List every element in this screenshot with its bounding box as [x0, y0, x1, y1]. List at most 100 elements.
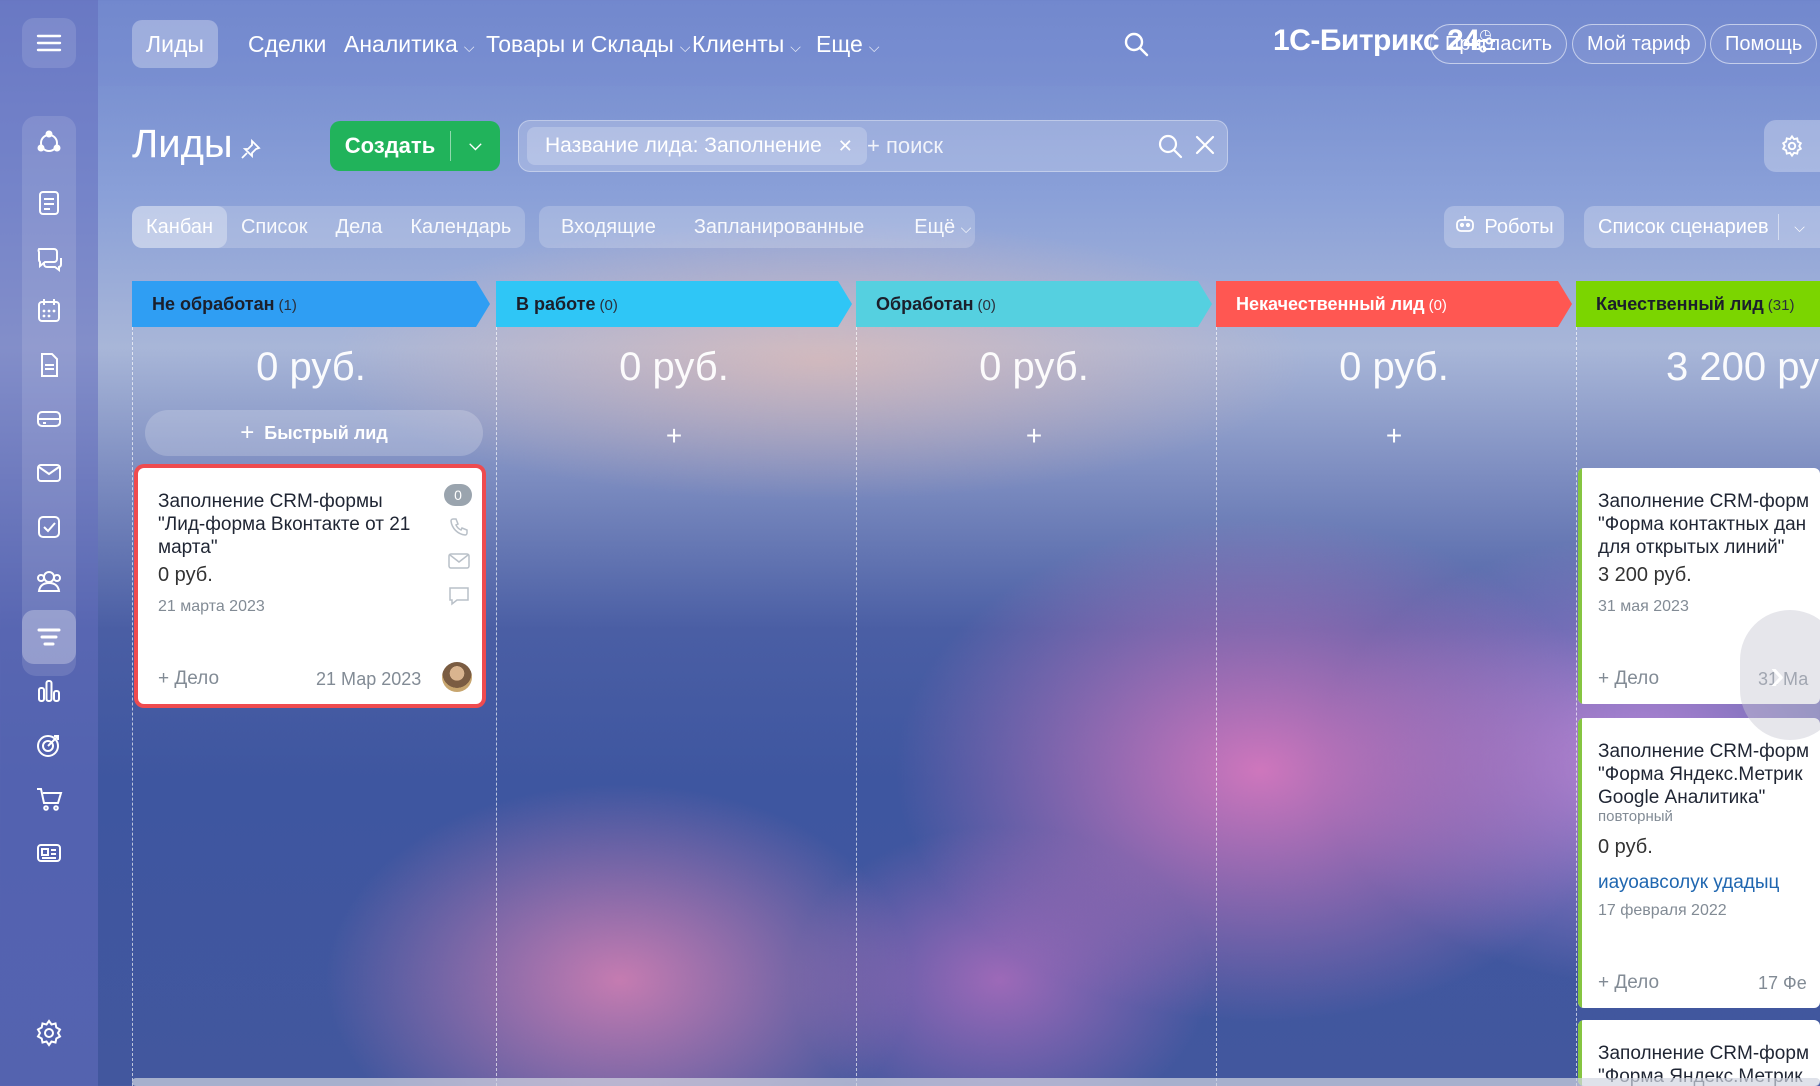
- chevron-down-icon: ⌵: [790, 39, 801, 55]
- chat-icon[interactable]: [22, 230, 76, 284]
- pin-icon[interactable]: [240, 138, 262, 165]
- storage-icon[interactable]: [22, 392, 76, 446]
- scenarios-button[interactable]: Список сценариев ⌵: [1584, 206, 1820, 248]
- tab-kanban[interactable]: Канбан: [132, 206, 227, 248]
- lead-card[interactable]: Заполнение CRM-форм "Форма Яндекс.Метрик…: [1578, 718, 1820, 1008]
- search-icon[interactable]: [1122, 30, 1150, 63]
- clear-search-icon[interactable]: [1193, 133, 1217, 164]
- nav-leads[interactable]: Лиды: [132, 20, 218, 68]
- scroll-right-arrow-icon[interactable]: ›: [1740, 610, 1820, 740]
- search-icon[interactable]: [1157, 133, 1183, 164]
- column-header-processed[interactable]: Обработан (0): [856, 281, 1212, 327]
- chat-icon[interactable]: [448, 586, 470, 611]
- chevron-down-icon: ⌵: [868, 39, 880, 55]
- analytics-icon[interactable]: [22, 664, 76, 718]
- chevron-down-icon[interactable]: ⌵: [451, 137, 500, 155]
- chevron-down-icon[interactable]: ⌵: [1779, 219, 1820, 236]
- scenarios-label: Список сценариев: [1598, 215, 1769, 238]
- filter-planned[interactable]: Запланированные: [680, 206, 878, 248]
- my-tariff-button[interactable]: Мой тариф: [1572, 24, 1706, 64]
- filter-incoming[interactable]: Входящие: [547, 206, 670, 248]
- column-divider: [132, 327, 133, 1086]
- lead-card[interactable]: Заполнение CRM-формы "Лид-форма Вконтакт…: [138, 468, 482, 704]
- nav-clients[interactable]: Клиенты ⌵: [678, 20, 815, 68]
- crm-funnel-icon[interactable]: [22, 610, 76, 664]
- page-title: Лиды: [132, 122, 233, 166]
- column-name: В работе: [516, 294, 596, 314]
- horizontal-scrollbar[interactable]: [132, 1078, 1820, 1086]
- cards-icon[interactable]: [22, 826, 76, 880]
- mail-icon[interactable]: [448, 552, 470, 575]
- plus-icon: +: [240, 419, 255, 446]
- invite-button[interactable]: Пригласить: [1430, 24, 1568, 64]
- add-activity-link[interactable]: + Дело: [158, 668, 219, 690]
- card-sum: 0 руб.: [158, 564, 213, 586]
- column-count: (31): [1767, 297, 1795, 314]
- card-title[interactable]: Заполнение CRM-формы "Лид-форма Вконтакт…: [158, 490, 410, 559]
- help-label: Помощь: [1725, 33, 1803, 55]
- filter-chip-label: Название лида: Заполнение: [545, 134, 822, 157]
- counter-filters: Входящие Запланированные Ещё ⌵: [539, 206, 975, 248]
- tariff-label: Мой тариф: [1587, 33, 1691, 55]
- card-footer-date: 21 Мар 2023: [316, 669, 422, 689]
- card-status-bar: [1578, 1020, 1582, 1086]
- checklist-icon[interactable]: [22, 500, 76, 554]
- help-button[interactable]: Помощь: [1710, 24, 1818, 64]
- shop-icon[interactable]: [22, 772, 76, 826]
- column-sum: 0 руб.: [1339, 345, 1449, 389]
- nav-products-label: Товары и Склады: [486, 31, 674, 57]
- column-sum: 3 200 руб.: [1666, 345, 1820, 389]
- left-sidebar: [0, 0, 98, 1086]
- card-contact-link[interactable]: иауоавсолук удадыц: [1598, 872, 1779, 894]
- column-name: Качественный лид: [1596, 294, 1764, 314]
- column-header-in-progress[interactable]: В работе (0): [496, 281, 852, 327]
- nav-analytics-label: Аналитика: [344, 31, 458, 57]
- nav-more[interactable]: Еще ⌵: [802, 20, 893, 68]
- column-count: (0): [599, 297, 618, 314]
- quick-lead-button[interactable]: + Быстрый лид: [145, 410, 483, 456]
- nav-products-warehouses[interactable]: Товары и Склады ⌵: [472, 20, 704, 68]
- add-activity-link[interactable]: + Дело: [1598, 972, 1659, 994]
- add-activity-link[interactable]: + Дело: [1598, 668, 1659, 690]
- avatar[interactable]: [442, 662, 472, 692]
- phone-icon[interactable]: [448, 516, 470, 543]
- lead-card[interactable]: Заполнение CRM-форм "Форма Яндекс.Метрик: [1578, 1020, 1820, 1086]
- add-item-button[interactable]: +: [856, 420, 1212, 452]
- tab-activities[interactable]: Дела: [322, 206, 397, 248]
- menu-icon[interactable]: [22, 18, 76, 68]
- column-header-unprocessed[interactable]: Не обработан (1): [132, 281, 490, 327]
- feed-icon[interactable]: [22, 116, 76, 170]
- create-button[interactable]: Создать ⌵: [330, 121, 500, 171]
- column-sum: 0 руб.: [256, 345, 366, 389]
- search-input[interactable]: + поиск: [867, 133, 943, 159]
- robots-label: Роботы: [1484, 215, 1554, 238]
- goals-icon[interactable]: [22, 718, 76, 772]
- add-item-button[interactable]: +: [1216, 420, 1572, 452]
- nav-deals-label: Сделки: [248, 31, 327, 57]
- column-header-junk-lead[interactable]: Некачественный лид (0): [1216, 281, 1572, 327]
- tasks-icon[interactable]: [22, 176, 76, 230]
- remove-filter-icon[interactable]: ✕: [838, 136, 853, 156]
- filter-chip[interactable]: Название лида: Заполнение ✕: [527, 127, 867, 165]
- card-title[interactable]: Заполнение CRM-форм "Форма Яндекс.Метрик…: [1598, 740, 1809, 809]
- documents-icon[interactable]: [22, 338, 76, 392]
- mail-icon[interactable]: [22, 446, 76, 500]
- settings-icon[interactable]: [22, 1006, 76, 1060]
- contacts-icon[interactable]: [22, 554, 76, 608]
- column-sum: 0 руб.: [979, 345, 1089, 389]
- filter-more-label: Ещё: [914, 216, 956, 238]
- add-item-button[interactable]: +: [496, 420, 852, 452]
- gear-icon[interactable]: [1764, 120, 1820, 172]
- card-counter-badge: 0: [444, 484, 472, 506]
- column-header-quality-lead[interactable]: Качественный лид (31): [1576, 281, 1820, 327]
- tab-calendar[interactable]: Календарь: [396, 206, 525, 248]
- tab-list[interactable]: Список: [227, 206, 322, 248]
- calendar-icon[interactable]: [22, 284, 76, 338]
- nav-analytics[interactable]: Аналитика ⌵: [330, 20, 488, 68]
- filter-more[interactable]: Ещё ⌵: [900, 206, 985, 248]
- nav-deals[interactable]: Сделки: [234, 20, 340, 68]
- card-title[interactable]: Заполнение CRM-форм "Форма контактных да…: [1598, 490, 1809, 559]
- card-footer-date: 17 Фе: [1758, 973, 1807, 993]
- robots-button[interactable]: Роботы: [1444, 206, 1564, 248]
- filter-search-box[interactable]: Название лида: Заполнение ✕ + поиск: [518, 120, 1228, 172]
